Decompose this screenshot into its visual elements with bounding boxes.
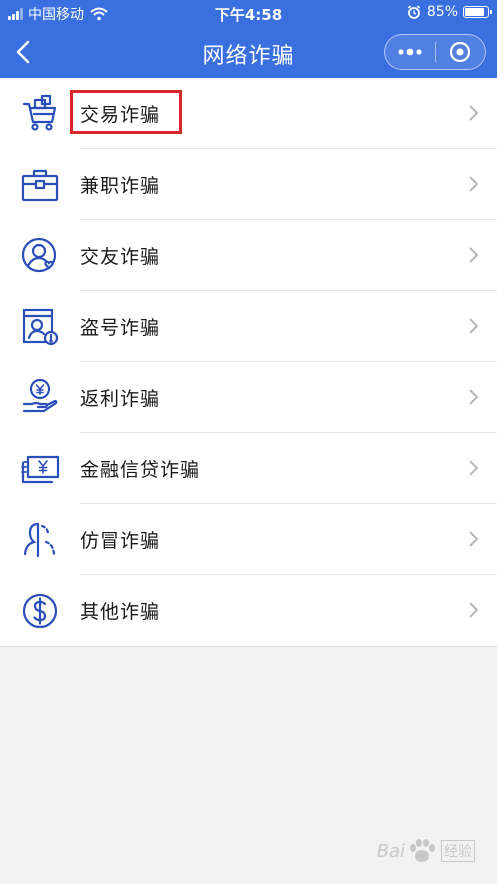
nav-bar: 网络诈骗 <box>0 26 497 78</box>
paw-icon <box>410 839 435 862</box>
chevron-right-icon <box>469 247 479 263</box>
chevron-right-icon <box>469 602 479 618</box>
list-item-body: 金融信贷诈骗 <box>80 433 497 504</box>
chevron-right-icon <box>469 389 479 405</box>
list-item-body: 返利诈骗 <box>80 362 497 433</box>
account-warning-icon <box>18 305 62 349</box>
status-right: 85% <box>407 4 492 20</box>
list-item-label: 金融信贷诈骗 <box>80 458 201 481</box>
list-item-body: 其他诈骗 <box>80 575 497 646</box>
briefcase-icon <box>18 163 62 207</box>
target-circle-icon <box>450 41 471 63</box>
baidu-watermark: Bai 经验 <box>377 838 475 864</box>
more-button[interactable] <box>385 35 435 69</box>
chevron-right-icon <box>469 460 479 476</box>
list-item-body: 兼职诈骗 <box>80 149 497 220</box>
list-item-label: 返利诈骗 <box>80 387 161 410</box>
list-item-body: 交友诈骗 <box>80 220 497 291</box>
list-item-body: 盗号诈骗 <box>80 291 497 362</box>
list-item-financial-credit-fraud[interactable]: 金融信贷诈骗 <box>0 433 497 504</box>
alarm-icon <box>407 5 420 19</box>
close-button[interactable] <box>435 35 485 69</box>
battery-icon <box>463 6 492 18</box>
list-item-label: 盗号诈骗 <box>80 316 161 339</box>
list-item-other-fraud[interactable]: 其他诈骗 <box>0 575 497 646</box>
list-item-impersonation-fraud[interactable]: 仿冒诈骗 <box>0 504 497 575</box>
highlight-annotation-box <box>70 90 182 134</box>
list-item-body: 仿冒诈骗 <box>80 504 497 575</box>
list-item-label: 其他诈骗 <box>80 601 161 623</box>
more-dots-icon <box>398 48 422 56</box>
list-item-dating-fraud[interactable]: 交友诈骗 <box>0 220 497 291</box>
dollar-circle-icon <box>18 589 62 633</box>
watermark-brand: Bai <box>376 840 405 862</box>
list-item-label: 交友诈骗 <box>80 245 161 268</box>
money-bill-icon <box>18 447 62 491</box>
list-item-label: 仿冒诈骗 <box>80 529 161 552</box>
impersonation-icon <box>18 518 62 562</box>
status-bar: 中国移动 下午4:58 85% <box>0 0 497 26</box>
chevron-right-icon <box>469 531 479 547</box>
chevron-right-icon <box>469 318 479 334</box>
list-item-label: 兼职诈骗 <box>80 174 161 197</box>
watermark-suffix: 经验 <box>441 840 475 862</box>
chevron-right-icon <box>469 176 479 192</box>
mini-program-capsule <box>384 34 486 70</box>
shopping-cart-icon <box>18 92 62 136</box>
list-item-account-theft-fraud[interactable]: 盗号诈骗 <box>0 291 497 362</box>
chevron-right-icon <box>469 105 479 121</box>
fraud-category-list: 交易诈骗 兼职诈骗 交友诈骗 盗号诈骗 返利诈骗 金融信贷诈骗 仿冒诈骗 其他诈… <box>0 78 497 647</box>
hand-coin-icon <box>18 376 62 420</box>
list-item-rebate-fraud[interactable]: 返利诈骗 <box>0 362 497 433</box>
user-heart-icon <box>18 234 62 278</box>
battery-percent: 85% <box>426 4 458 20</box>
list-item-part-time-fraud[interactable]: 兼职诈骗 <box>0 149 497 220</box>
